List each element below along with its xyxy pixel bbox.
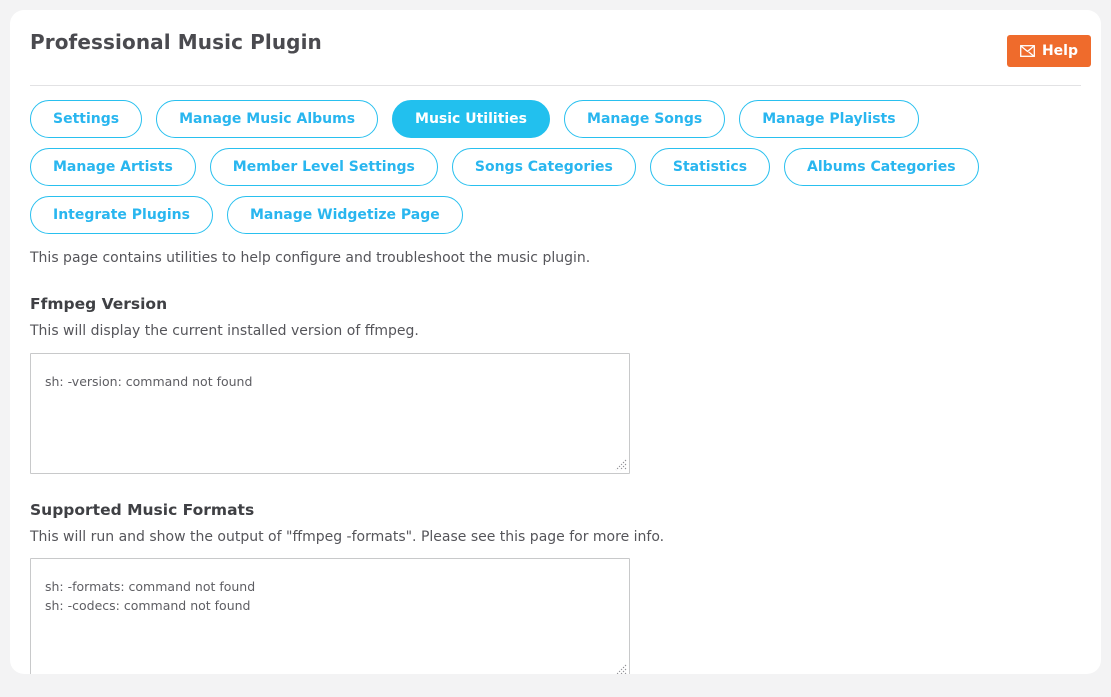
plugin-admin-card: Professional Music Plugin Help Settings M… (10, 10, 1101, 674)
tab-manage-playlists[interactable]: Manage Playlists (739, 100, 919, 138)
textarea-resize-handle[interactable] (615, 459, 627, 471)
command-output-textarea[interactable]: sh: -version: command not found (30, 352, 630, 474)
tab-integrate-plugins[interactable]: Integrate Plugins (30, 196, 213, 234)
section-description: This will run and show the output of "ff… (30, 528, 665, 545)
tab-settings[interactable]: Settings (30, 100, 143, 138)
tab-navigation: Settings Manage Music Albums Music Utiliti… (30, 100, 1085, 234)
help-button[interactable]: Help (1006, 35, 1091, 67)
command-output-text: sh: -formats: command not found sh: -cod… (45, 578, 256, 614)
tab-manage-music-albums[interactable]: Manage Music Albums (156, 100, 379, 138)
envelope-icon (1020, 45, 1035, 57)
header-divider (30, 85, 1081, 86)
section-description: This will display the current installed … (30, 323, 419, 340)
command-output-textarea[interactable]: sh: -formats: command not found sh: -cod… (30, 557, 630, 674)
main-content: This page contains utilities to help con… (30, 248, 1081, 674)
tab-songs-categories[interactable]: Songs Categories (451, 148, 636, 186)
textarea-resize-handle[interactable] (615, 664, 627, 674)
page-title: Professional Music Plugin (30, 30, 322, 54)
section-heading: Supported Music Formats (30, 500, 255, 519)
utility-section: Supported Music Formats This will run and… (30, 501, 1081, 674)
tab-music-utilities[interactable]: Music Utilities (392, 100, 551, 138)
tab-statistics[interactable]: Statistics (649, 148, 771, 186)
tab-manage-widgetize-page[interactable]: Manage Widgetize Page (226, 196, 463, 234)
intro-text: This page contains utilities to help con… (30, 250, 591, 266)
tab-albums-categories[interactable]: Albums Categories (784, 148, 979, 186)
tab-manage-artists[interactable]: Manage Artists (30, 148, 196, 186)
tab-member-level-settings[interactable]: Member Level Settings (209, 148, 438, 186)
section-heading: Ffmpeg Version (30, 295, 168, 314)
tab-manage-songs[interactable]: Manage Songs (564, 100, 726, 138)
help-button-label: Help (1041, 43, 1078, 59)
utility-section: Ffmpeg Version This will display the curr… (30, 295, 1081, 474)
command-output-text: sh: -version: command not found (45, 373, 253, 389)
page-header: Professional Music Plugin Help (10, 10, 1101, 86)
